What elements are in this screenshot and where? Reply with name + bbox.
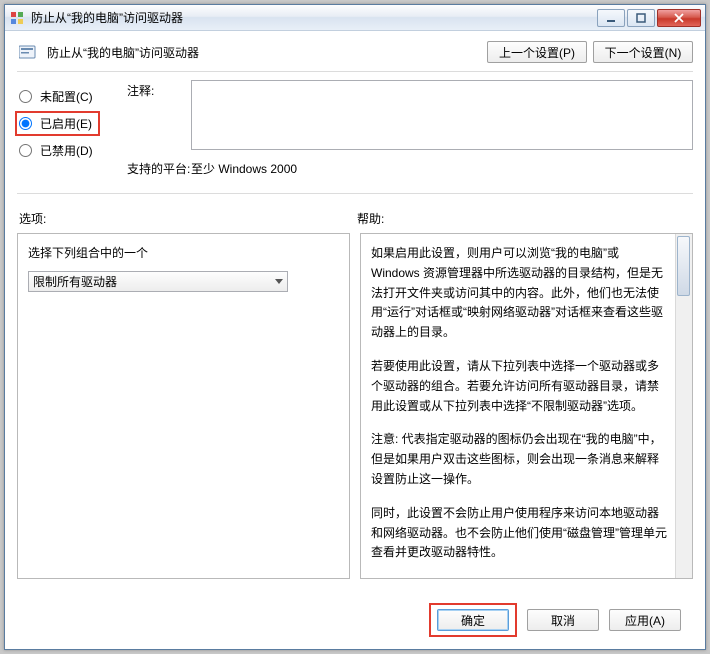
help-paragraph: 同时，此设置不会防止用户使用程序来访问本地驱动器和网络驱动器。也不会防止他们使用… [371,504,670,563]
footer-buttons: 确定 取消 应用(A) [429,603,681,637]
options-group-label: 选择下列组合中的一个 [28,244,339,261]
prev-setting-button[interactable]: 上一个设置(P) [487,41,587,63]
app-icon [9,10,25,26]
ok-highlight: 确定 [429,603,517,637]
platforms-label: 支持的平台: [127,158,191,177]
dialog-window: 防止从“我的电脑”访问驱动器 防止从“我的电脑”访问驱动器 上一个设置(P) 下… [4,4,706,650]
radio-disabled[interactable]: 已禁用(D) [17,142,127,159]
scrollbar-thumb[interactable] [677,236,690,296]
help-label: 帮助: [357,210,693,227]
form-column: 注释: 支持的平台: 至少 Windows 2000 [127,80,693,185]
config-section: 未配置(C) 已启用(E) 已禁用(D) 注释: [17,80,693,185]
combo-value: 限制所有驱动器 [33,273,117,290]
header-row: 防止从“我的电脑”访问驱动器 上一个设置(P) 下一个设置(N) [17,41,693,63]
titlebar[interactable]: 防止从“我的电脑”访问驱动器 [5,5,705,31]
help-pane-col: 如果启用此设置，则用户可以浏览“我的电脑”或 Windows 资源管理器中所选驱… [360,233,693,579]
radio-not-configured-label: 未配置(C) [40,88,93,105]
help-paragraph: 请参阅“隐藏‘我的电脑’中的这些指定的驱动器”设置。 [371,577,670,579]
options-pane: 选择下列组合中的一个 限制所有驱动器 [17,233,350,579]
help-paragraph: 若要使用此设置，请从下拉列表中选择一个驱动器或多个驱动器的组合。若要允许访问所有… [371,357,670,416]
pane-labels: 选项: 帮助: [17,202,693,233]
close-button[interactable] [657,9,701,27]
help-paragraph: 注意: 代表指定驱动器的图标仍会出现在“我的电脑”中，但是如果用户双击这些图标，… [371,430,670,489]
restrict-drives-combo[interactable]: 限制所有驱动器 [28,271,288,292]
window-title: 防止从“我的电脑”访问驱动器 [31,9,597,26]
client-area: 防止从“我的电脑”访问驱动器 上一个设置(P) 下一个设置(N) 未配置(C) … [5,31,705,649]
comment-label: 注释: [127,80,191,150]
radio-enabled-input[interactable] [19,117,32,130]
radio-enabled-label: 已启用(E) [40,115,92,132]
options-pane-col: 选择下列组合中的一个 限制所有驱动器 [17,233,350,579]
chevron-down-icon [275,279,283,284]
policy-icon [17,42,41,62]
apply-button[interactable]: 应用(A) [609,609,681,631]
help-pane: 如果启用此设置，则用户可以浏览“我的电脑”或 Windows 资源管理器中所选驱… [360,233,693,579]
enabled-highlight: 已启用(E) [15,111,100,136]
ok-button[interactable]: 确定 [437,609,509,631]
cancel-button[interactable]: 取消 [527,609,599,631]
radio-disabled-input[interactable] [19,144,32,157]
radio-not-configured[interactable]: 未配置(C) [17,88,127,105]
next-setting-button[interactable]: 下一个设置(N) [593,41,693,63]
divider-2 [17,193,693,194]
header-title: 防止从“我的电脑”访问驱动器 [47,44,487,61]
comment-row: 注释: [127,80,693,150]
scrollbar[interactable] [675,234,692,578]
divider [17,71,693,72]
nav-buttons: 上一个设置(P) 下一个设置(N) [487,41,693,63]
platforms-row: 支持的平台: 至少 Windows 2000 [127,158,693,177]
minimize-button[interactable] [597,9,625,27]
radio-disabled-label: 已禁用(D) [40,142,93,159]
maximize-button[interactable] [627,9,655,27]
options-label: 选项: [19,210,355,227]
lower-panes: 选择下列组合中的一个 限制所有驱动器 如果启用此设置，则用户可以浏览“我的电脑”… [17,233,693,579]
radio-not-configured-input[interactable] [19,90,32,103]
window-controls [597,9,701,27]
help-paragraph: 如果启用此设置，则用户可以浏览“我的电脑”或 Windows 资源管理器中所选驱… [371,244,670,343]
platforms-value: 至少 Windows 2000 [191,158,297,177]
radio-enabled[interactable]: 已启用(E) [17,115,92,132]
state-radios: 未配置(C) 已启用(E) 已禁用(D) [17,80,127,185]
comment-input[interactable] [191,80,693,150]
